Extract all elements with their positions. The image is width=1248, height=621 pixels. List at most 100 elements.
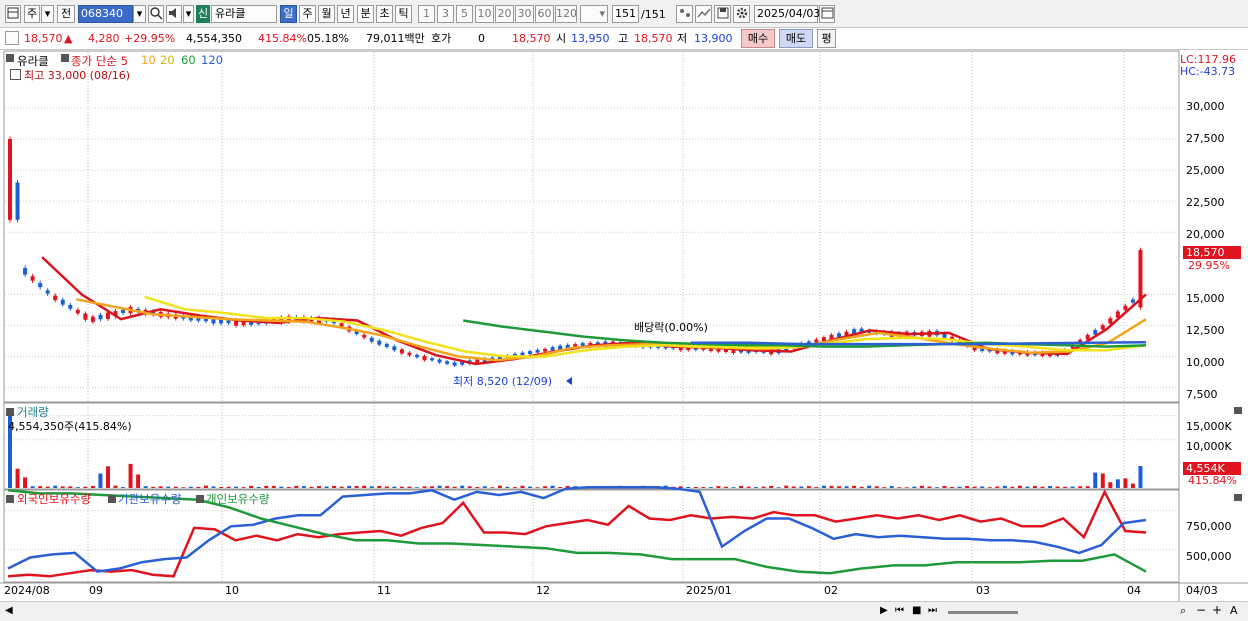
period-dropdown-icon[interactable]: ▾: [41, 5, 54, 23]
interval-10-button[interactable]: 10: [475, 5, 494, 23]
volume-bar: [53, 485, 58, 488]
candle-body: [1108, 318, 1113, 324]
volume-bar: [1055, 486, 1060, 488]
timeframe-month-button[interactable]: 월: [318, 5, 335, 23]
candle-body: [377, 340, 382, 345]
candle-body: [414, 354, 419, 358]
ma-toggle-icon[interactable]: [61, 54, 69, 62]
institution-holding-label: 기관보유수량: [118, 492, 182, 506]
auto-scale-icon[interactable]: A: [1230, 604, 1238, 617]
buy-button[interactable]: 매수: [741, 29, 775, 48]
date-input[interactable]: 2025/04/03: [754, 5, 820, 23]
chart-tool-icon[interactable]: [676, 5, 693, 23]
volume-bar: [414, 487, 419, 488]
candle-body: [814, 339, 819, 343]
speaker-icon[interactable]: [166, 5, 182, 23]
rewind-icon[interactable]: ⏮: [895, 605, 904, 616]
volume-bar: [995, 486, 1000, 488]
stock-code-input[interactable]: 068340: [78, 5, 133, 23]
timeframe-week-button[interactable]: 주: [299, 5, 316, 23]
volume-bar: [972, 486, 977, 488]
stock-name-field[interactable]: 유라클: [211, 5, 277, 23]
low-marker-arrow: [566, 377, 572, 385]
quote-toggle-icon[interactable]: [5, 31, 19, 45]
volume-bar: [829, 485, 834, 488]
volume-bar: [384, 486, 389, 488]
y-tick: 15,000: [1186, 292, 1225, 305]
timeframe-day-button[interactable]: 일: [280, 5, 297, 23]
save-icon[interactable]: [714, 5, 731, 23]
last-volume-pct: 415.84%: [1188, 474, 1237, 487]
low-value: 13,900: [694, 32, 733, 45]
volume-bar: [279, 486, 284, 488]
holding-toggle-icon[interactable]: [6, 495, 14, 503]
sell-button[interactable]: 매도: [779, 29, 813, 48]
volume-annotation: 4,554,350주(415.84%): [8, 420, 132, 433]
zoom-in-icon[interactable]: +: [1212, 603, 1222, 617]
volume-bar: [1025, 486, 1030, 488]
volume-bar: [98, 473, 103, 488]
chart-svg[interactable]: [0, 50, 1248, 601]
interval-60-button[interactable]: 60: [535, 5, 554, 23]
volume-bar: [1115, 479, 1120, 488]
zoom-search-icon[interactable]: ⌕: [1180, 604, 1186, 618]
indiv-toggle-icon[interactable]: [196, 495, 204, 503]
avg-button[interactable]: 평: [817, 29, 836, 48]
volume-bar: [693, 486, 698, 488]
volume-bar: [1123, 478, 1128, 488]
calendar-icon[interactable]: [819, 5, 835, 23]
scroll-right-icon[interactable]: ▶: [880, 605, 888, 616]
interval-dropdown-icon[interactable]: ▾: [580, 5, 608, 23]
indicator-tool-icon[interactable]: [695, 5, 712, 23]
volume-close-icon[interactable]: [1234, 407, 1242, 414]
interval-5-button[interactable]: 5: [456, 5, 473, 23]
volume-bar: [497, 485, 502, 488]
chart-type-icon[interactable]: [5, 5, 21, 23]
volume-bar: [844, 486, 849, 488]
search-icon[interactable]: [148, 5, 164, 23]
volume-bar: [173, 486, 178, 488]
timeframe-year-button[interactable]: 년: [337, 5, 354, 23]
scroll-left-icon[interactable]: ◀: [5, 605, 13, 616]
volume-bar: [490, 487, 495, 488]
forward-icon[interactable]: ⏭: [928, 605, 937, 616]
volume-bar: [739, 485, 744, 488]
low-annotation: 최저 8,520 (12/09): [453, 375, 553, 388]
interval-20-button[interactable]: 20: [495, 5, 514, 23]
candle-body: [105, 312, 110, 319]
timeframe-tick-button[interactable]: 틱: [395, 5, 412, 23]
stop-icon[interactable]: ■: [912, 605, 921, 616]
count-input[interactable]: 151: [612, 5, 639, 23]
zoom-out-icon[interactable]: −: [1196, 603, 1206, 617]
ma20-label: 20: [160, 53, 175, 67]
x-tick: 09: [89, 584, 103, 597]
stock-code-dropdown-icon[interactable]: ▾: [133, 5, 146, 23]
volume-bar: [316, 486, 321, 488]
interval-30-button[interactable]: 30: [515, 5, 534, 23]
volume-toggle-icon[interactable]: [6, 408, 14, 416]
speaker-dropdown-icon[interactable]: ▾: [183, 5, 194, 23]
zoom-slider[interactable]: [948, 611, 1018, 614]
volume-bar: [1070, 486, 1075, 488]
volume-bar: [731, 487, 736, 488]
candle-body: [437, 359, 442, 363]
candle-body: [550, 347, 555, 351]
period-type-button[interactable]: 주: [24, 5, 40, 23]
volume-bar: [407, 486, 412, 488]
interval-1-button[interactable]: 1: [418, 5, 435, 23]
timeframe-second-button[interactable]: 초: [376, 5, 393, 23]
interval-120-button[interactable]: 120: [555, 5, 577, 23]
gear-icon[interactable]: [733, 5, 750, 23]
chart-toolbar: 주 ▾ 전 068340 ▾ ▾ 신 유라클 일 주 월 년 분 초 틱 1 3…: [0, 0, 1248, 28]
volume-bar: [874, 486, 879, 488]
holding-close-icon[interactable]: [1234, 494, 1242, 501]
timeframe-minute-button[interactable]: 분: [357, 5, 374, 23]
chart-area: 유라클 종가 단순 5 10 20 60 120 최고 33,000 (08/1…: [0, 50, 1248, 621]
inst-toggle-icon[interactable]: [108, 495, 116, 503]
panel-toggle-icon[interactable]: [6, 54, 14, 62]
interval-3-button[interactable]: 3: [437, 5, 454, 23]
volume-bar: [1063, 486, 1068, 488]
volume-bar: [68, 486, 73, 488]
volume-bar: [399, 486, 404, 488]
prev-type-button[interactable]: 전: [57, 5, 75, 23]
